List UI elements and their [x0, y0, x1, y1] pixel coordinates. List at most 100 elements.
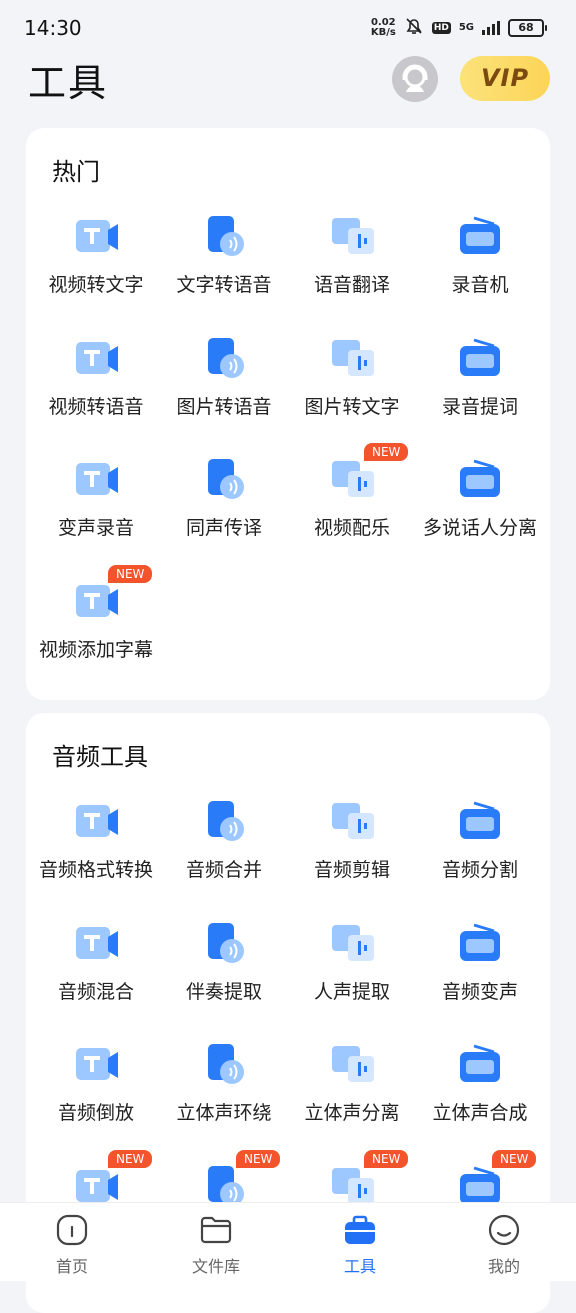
- recording-prompter-icon: [456, 336, 506, 382]
- new-badge: NEW: [490, 1147, 539, 1170]
- tool-item[interactable]: 音频合并: [160, 785, 288, 895]
- tool-label: 视频配乐: [313, 517, 390, 539]
- hot-tools-card: 热门 视频转文字 文字转语音 语音翻译 录音机视频转语音 图片转语音 图片转文字 录音提词变…: [26, 128, 550, 700]
- tool-item[interactable]: 伴奏提取: [160, 907, 288, 1017]
- tool-label: 文字转语音: [176, 274, 272, 296]
- tool-label: 立体声分离: [304, 1102, 400, 1124]
- audio-cut-icon: [328, 799, 378, 845]
- tool-label: 视频转语音: [48, 395, 144, 418]
- tool-label: 变声录音: [57, 517, 134, 539]
- tool-label: 语音翻译: [313, 274, 390, 296]
- simultaneous-interpretation-icon: [200, 457, 250, 503]
- new-badge: NEW: [234, 1147, 283, 1170]
- tool-label: 音频剪辑: [313, 859, 390, 881]
- image-to-text-icon: [328, 336, 378, 382]
- audio-voice-change-icon: [456, 921, 506, 967]
- tool-label: 视频转文字: [48, 274, 144, 296]
- speaker-separation-icon: [456, 457, 506, 503]
- nav-mine[interactable]: 我的: [432, 1203, 576, 1281]
- tool-label: 同声传译: [185, 517, 262, 539]
- vip-button[interactable]: VIP: [460, 56, 550, 101]
- stereo-surround-icon: [200, 1042, 250, 1088]
- audio-reverse-icon: [72, 1042, 122, 1088]
- bottom-nav: 首页 文件库 工具 我的: [0, 1202, 576, 1281]
- tool-item[interactable]: 图片转语音: [160, 322, 288, 432]
- status-icons: 0.02 KB/s HD 5G 68: [371, 16, 547, 40]
- mute-bell-icon: [404, 16, 424, 40]
- tool-item[interactable]: 音频变声: [416, 907, 544, 1017]
- folder-icon: [199, 1213, 233, 1247]
- video-to-audio-icon: [72, 336, 122, 382]
- recorder-icon: [456, 214, 506, 260]
- vocal-extract-icon: [328, 921, 378, 967]
- tool-item[interactable]: 立体声分离: [288, 1028, 416, 1138]
- tool-item[interactable]: NEW 视频添加字幕: [32, 562, 160, 675]
- nav-home[interactable]: 首页: [0, 1203, 144, 1281]
- tool-label: 音频合并: [185, 859, 262, 881]
- tool-item[interactable]: 文字转语音: [160, 200, 288, 310]
- tool-item[interactable]: NEW 视频配乐: [288, 441, 416, 553]
- tool-item[interactable]: 语音翻译: [288, 200, 416, 310]
- status-bar: 14:30 0.02 KB/s HD 5G 68: [0, 0, 576, 56]
- stereo-separate-icon: [328, 1042, 378, 1088]
- tool-item[interactable]: 录音提词: [416, 322, 544, 432]
- video-subtitles-icon: [72, 579, 122, 625]
- image-to-speech-icon: [200, 336, 250, 382]
- customer-service-icon[interactable]: [392, 56, 438, 102]
- tool-item[interactable]: 图片转文字: [288, 322, 416, 432]
- section-title: 音频工具: [52, 743, 148, 771]
- tool-item[interactable]: 立体声合成: [416, 1028, 544, 1138]
- tool-item[interactable]: 音频剪辑: [288, 785, 416, 895]
- tool-label: 图片转语音: [176, 395, 272, 418]
- tool-item[interactable]: 变声录音: [32, 443, 160, 553]
- tool-label: 多说话人分离: [422, 517, 537, 539]
- tool-item[interactable]: 视频转语音: [32, 322, 160, 432]
- tool-item[interactable]: 同声传译: [160, 443, 288, 553]
- tool-item[interactable]: 立体声环绕: [160, 1028, 288, 1138]
- text-to-speech-icon: [200, 214, 250, 260]
- tool-label: 伴奏提取: [185, 980, 262, 1003]
- home-icon: [55, 1213, 89, 1247]
- new-badge: NEW: [106, 1147, 155, 1170]
- new-badge: NEW: [106, 562, 155, 585]
- tool-label: 立体声环绕: [176, 1102, 272, 1124]
- tool-item[interactable]: 音频格式转换: [32, 785, 160, 895]
- toolbox-icon: [343, 1213, 377, 1247]
- tool-item[interactable]: 音频混合: [32, 907, 160, 1017]
- stereo-compose-icon: [456, 1042, 506, 1088]
- tool-item[interactable]: 人声提取: [288, 907, 416, 1017]
- tool-label: 音频分割: [441, 859, 518, 881]
- status-time: 14:30: [24, 16, 82, 40]
- tool-label: 音频变声: [441, 980, 518, 1003]
- tool-label: 音频混合: [57, 980, 134, 1003]
- nav-tools[interactable]: 工具: [288, 1203, 432, 1281]
- voice-translate-icon: [328, 214, 378, 260]
- video-to-text-icon: [72, 214, 122, 260]
- tool-label: 视频添加字幕: [38, 638, 153, 661]
- tool-label: 录音提词: [441, 395, 518, 418]
- tool-label: 录音机: [451, 274, 509, 296]
- accompaniment-extract-icon: [200, 921, 250, 967]
- tool-label: 图片转文字: [304, 395, 400, 418]
- new-badge: NEW: [362, 1147, 411, 1170]
- battery-icon: 68: [508, 19, 547, 37]
- tool-label: 人声提取: [313, 980, 390, 1003]
- tool-item[interactable]: 多说话人分离: [416, 443, 544, 553]
- section-title: 热门: [52, 158, 100, 186]
- page-title: 工具: [28, 61, 109, 105]
- tool-label: 音频格式转换: [38, 859, 153, 881]
- tool-item[interactable]: 视频转文字: [32, 200, 160, 310]
- tool-label: 立体声合成: [432, 1102, 528, 1124]
- audio-merge-icon: [200, 799, 250, 845]
- tool-item[interactable]: 音频分割: [416, 785, 544, 895]
- tool-item[interactable]: 音频倒放: [32, 1028, 160, 1138]
- audio-format-convert-icon: [72, 799, 122, 845]
- tool-item[interactable]: 录音机: [416, 200, 544, 310]
- nav-files[interactable]: 文件库: [144, 1203, 288, 1281]
- profile-smile-icon: [487, 1213, 521, 1247]
- network-type: 5G: [458, 22, 474, 33]
- video-music-icon: [328, 457, 378, 503]
- tool-label: 音频倒放: [57, 1102, 134, 1124]
- new-badge: NEW: [362, 441, 411, 463]
- audio-split-icon: [456, 799, 506, 845]
